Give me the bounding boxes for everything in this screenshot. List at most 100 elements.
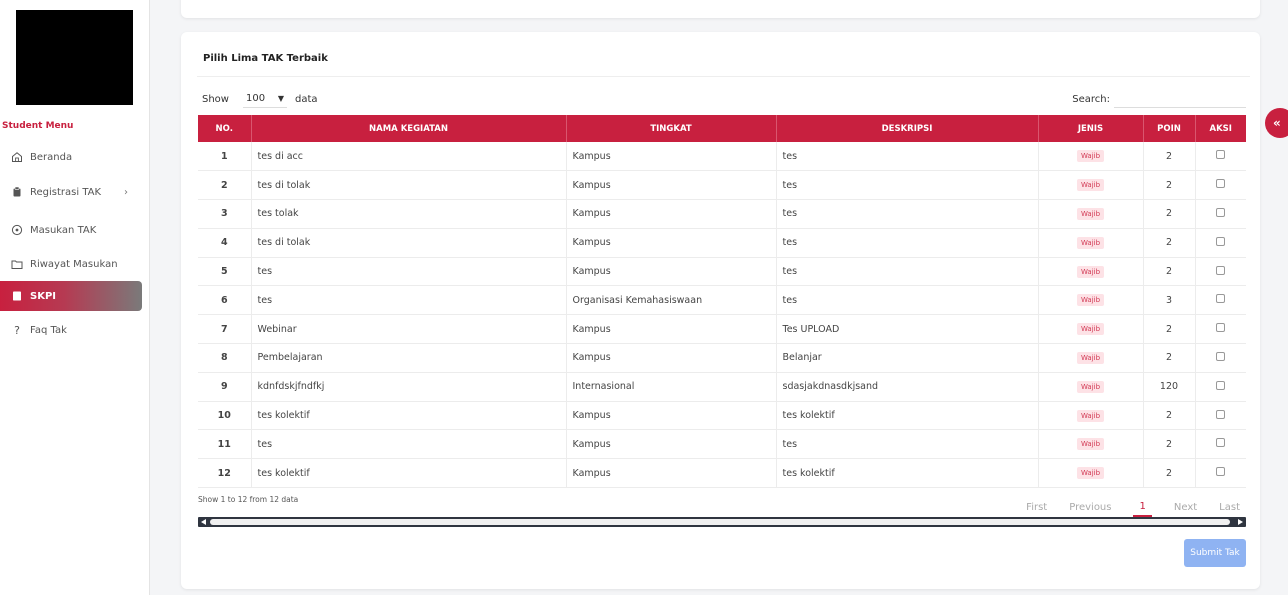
select-checkbox[interactable] — [1216, 236, 1226, 246]
select-checkbox[interactable] — [1216, 438, 1226, 448]
select-checkbox[interactable] — [1216, 467, 1226, 477]
cell-no: 5 — [198, 257, 252, 287]
sidebar-item-label: SKPI — [30, 290, 57, 302]
cell-nama: tes — [251, 429, 567, 460]
select-checkbox[interactable] — [1216, 179, 1226, 189]
jenis-badge: Wajib — [1076, 380, 1105, 393]
tak-selection-card: Pilih Lima TAK Terbaik Show 100 ▼ data S… — [181, 32, 1260, 589]
header-aksi[interactable]: AKSI — [1195, 115, 1246, 142]
cell-no: 12 — [198, 458, 252, 489]
sidebar-item-faq-tak[interactable]: ? Faq Tak — [0, 315, 142, 345]
sidebar-item-skpi[interactable]: SKPI — [0, 281, 142, 311]
data-label: data — [294, 93, 318, 105]
cell-no: 6 — [198, 285, 252, 316]
table-row: 4 tes di tolak Kampus tes Wajib 2 — [198, 228, 1246, 258]
submit-tak-button[interactable]: Submit Tak — [1184, 539, 1246, 567]
pager-current[interactable]: 1 — [1133, 501, 1152, 517]
jenis-badge: Wajib — [1076, 438, 1105, 451]
select-checkbox[interactable] — [1216, 150, 1226, 160]
scroll-left-icon[interactable] — [201, 519, 206, 525]
cell-poin: 120 — [1143, 372, 1196, 402]
sidebar-item-registrasi-tak[interactable]: Registrasi TAK › — [0, 177, 142, 207]
cell-jenis: Wajib — [1038, 314, 1144, 345]
card-divider — [197, 76, 1250, 77]
pager-previous[interactable]: Previous — [1069, 502, 1111, 513]
cell-aksi — [1195, 257, 1246, 287]
cell-aksi — [1195, 285, 1246, 316]
sidebar-item-label: Masukan TAK — [30, 224, 97, 236]
cell-nama: tes — [251, 285, 567, 316]
jenis-badge: Wajib — [1076, 265, 1105, 278]
header-nama-kegiatan[interactable]: NAMA KEGIATAN — [251, 115, 567, 142]
table-row: 8 Pembelajaran Kampus Belanjar Wajib 2 — [198, 343, 1246, 373]
cell-no: 7 — [198, 314, 252, 345]
cell-aksi — [1195, 429, 1246, 460]
header-no[interactable]: NO. — [198, 115, 252, 142]
cell-no: 1 — [198, 142, 252, 172]
cell-no: 8 — [198, 343, 252, 373]
cell-deskripsi: tes — [776, 142, 1039, 172]
header-jenis[interactable]: JENIS — [1038, 115, 1144, 142]
table-row: 1 tes di acc Kampus tes Wajib 2 — [198, 142, 1246, 172]
select-checkbox[interactable] — [1216, 265, 1226, 275]
cell-jenis: Wajib — [1038, 257, 1144, 287]
pager-first[interactable]: First — [1026, 502, 1047, 513]
pager-next[interactable]: Next — [1174, 502, 1197, 513]
table-row: 12 tes kolektif Kampus tes kolektif Waji… — [198, 458, 1246, 489]
select-checkbox[interactable] — [1216, 294, 1226, 304]
cell-deskripsi: tes kolektif — [776, 401, 1039, 431]
cell-aksi — [1195, 170, 1246, 201]
circle-plus-icon — [10, 223, 24, 237]
sidebar-item-masukan-tak[interactable]: Masukan TAK — [0, 215, 142, 245]
pager-last[interactable]: Last — [1219, 502, 1240, 513]
sidebar-item-label: Faq Tak — [30, 324, 67, 336]
table-row: 7 Webinar Kampus Tes UPLOAD Wajib 2 — [198, 314, 1246, 345]
sidebar-item-riwayat-masukan[interactable]: Riwayat Masukan — [0, 249, 142, 279]
search-label: Search: — [1072, 93, 1110, 105]
cell-poin: 2 — [1143, 257, 1196, 287]
header-tingkat[interactable]: TINGKAT — [566, 115, 777, 142]
table-row: 11 tes Kampus tes Wajib 2 — [198, 429, 1246, 460]
cell-nama: Webinar — [251, 314, 567, 345]
search-input[interactable] — [1114, 90, 1246, 108]
cell-aksi — [1195, 343, 1246, 373]
cell-nama: tes di acc — [251, 142, 567, 172]
cell-deskripsi: Belanjar — [776, 343, 1039, 373]
cell-aksi — [1195, 228, 1246, 258]
cell-poin: 2 — [1143, 170, 1196, 201]
table-header-row: NO. NAMA KEGIATAN TINGKAT DESKRIPSI JENI… — [198, 115, 1246, 142]
document-icon — [10, 289, 24, 303]
horizontal-scrollbar[interactable] — [198, 517, 1246, 527]
select-checkbox[interactable] — [1216, 323, 1226, 333]
cell-tingkat: Kampus — [566, 228, 777, 258]
cell-aksi — [1195, 372, 1246, 402]
cell-jenis: Wajib — [1038, 429, 1144, 460]
jenis-badge: Wajib — [1076, 323, 1105, 336]
scroll-right-icon[interactable] — [1238, 519, 1243, 525]
pagination: First Previous 1 Next Last — [1004, 497, 1240, 517]
collapse-panel-button[interactable]: « — [1265, 108, 1288, 138]
header-deskripsi[interactable]: DESKRIPSI — [776, 115, 1039, 142]
scrollbar-thumb[interactable] — [210, 519, 1230, 525]
cell-aksi — [1195, 142, 1246, 172]
jenis-badge: Wajib — [1076, 409, 1105, 422]
select-checkbox[interactable] — [1216, 380, 1226, 390]
select-checkbox[interactable] — [1216, 409, 1226, 419]
page-length-select[interactable]: 100 ▼ — [242, 90, 287, 108]
cell-deskripsi: tes — [776, 228, 1039, 258]
cell-deskripsi: tes — [776, 285, 1039, 316]
cell-no: 3 — [198, 199, 252, 229]
sidebar: Student Menu Beranda Registrasi TAK › Ma… — [0, 0, 150, 595]
table-info: Show 1 to 12 from 12 data — [198, 495, 299, 504]
cell-tingkat: Kampus — [566, 170, 777, 201]
sidebar-item-beranda[interactable]: Beranda — [0, 142, 142, 172]
cell-poin: 2 — [1143, 458, 1196, 489]
select-checkbox[interactable] — [1216, 351, 1226, 361]
cell-tingkat: Kampus — [566, 343, 777, 373]
select-checkbox[interactable] — [1216, 207, 1226, 217]
header-poin[interactable]: POIN — [1143, 115, 1196, 142]
cell-no: 9 — [198, 372, 252, 402]
cell-tingkat: Organisasi Kemahasiswaan — [566, 285, 777, 316]
cell-nama: tes tolak — [251, 199, 567, 229]
cell-tingkat: Kampus — [566, 199, 777, 229]
